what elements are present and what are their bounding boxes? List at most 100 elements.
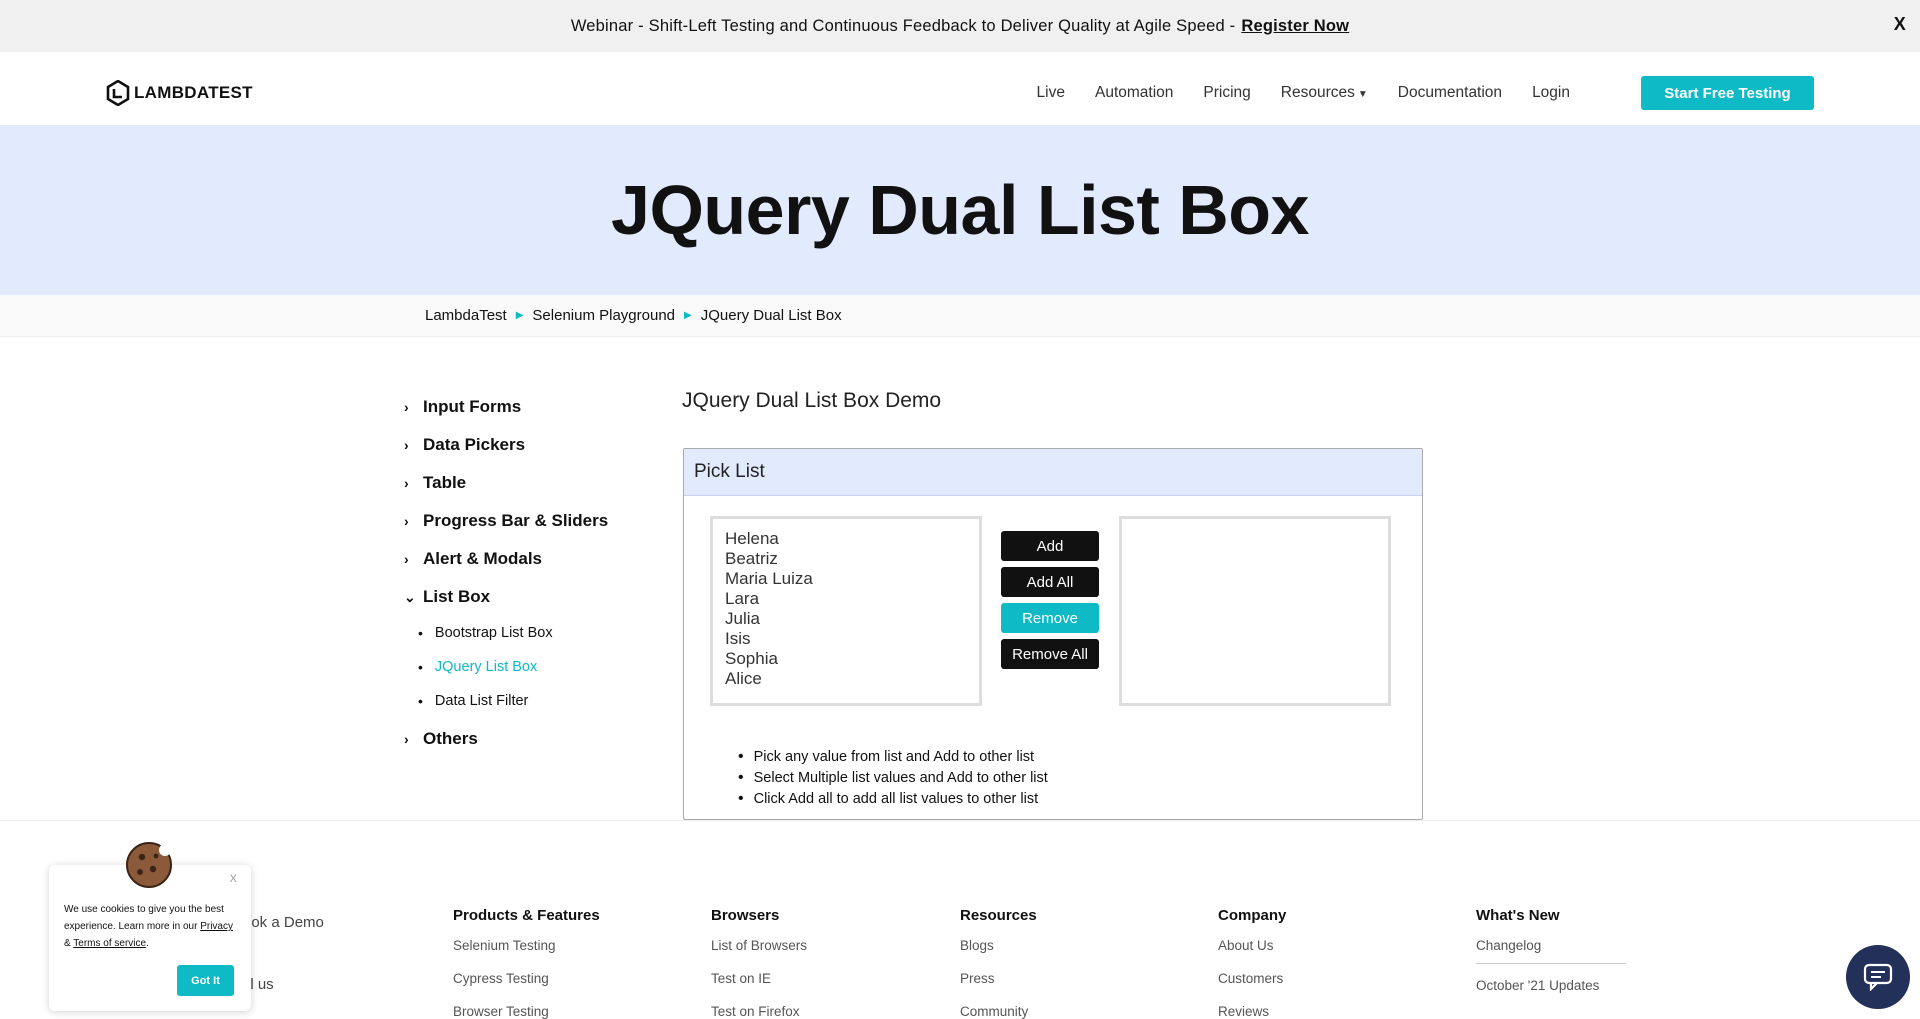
nav-documentation[interactable]: Documentation (1398, 84, 1502, 102)
cookie-icon (126, 842, 172, 888)
banner-close-icon[interactable]: X (1894, 14, 1906, 35)
chevron-right-icon: ▶ (684, 310, 692, 321)
sidebar-item-label: Alert & Modals (423, 549, 543, 568)
footer-link[interactable]: Test on Firefox (711, 1004, 807, 1019)
pick-list-panel: Pick List Helena Beatriz Maria Luiza Lar… (683, 448, 1423, 820)
list-option[interactable]: Julia (725, 609, 967, 629)
chevron-right-icon: › (404, 475, 409, 491)
footer-col-company: Company About Us Customers Reviews (1218, 907, 1286, 1019)
got-it-button[interactable]: Got It (177, 965, 234, 996)
logo-text: LAMBDATEST (134, 83, 253, 102)
footer-link[interactable]: Reviews (1218, 1004, 1286, 1019)
register-now-link[interactable]: Register Now (1241, 17, 1349, 36)
footer-col-title: Products & Features (453, 907, 600, 924)
list-option[interactable]: Maria Luiza (725, 569, 967, 589)
submenu-jquery-list-box[interactable]: JQuery List Box (418, 650, 664, 684)
start-free-testing-button[interactable]: Start Free Testing (1641, 76, 1814, 110)
sidebar-item-label: Progress Bar & Sliders (423, 511, 609, 530)
nav-resources-label: Resources (1280, 84, 1355, 101)
transfer-buttons: Add Add All Remove Remove All (1001, 531, 1099, 669)
site-footer: ook a Demo ll us Products & Features Sel… (0, 820, 1920, 1019)
chevron-down-icon: ⌄ (404, 588, 416, 605)
footer-link[interactable]: October '21 Updates (1476, 978, 1626, 1011)
sidebar: › Input Forms › Data Pickers › Table › Progr… (404, 388, 664, 758)
chevron-right-icon: › (404, 731, 409, 747)
footer-link[interactable]: List of Browsers (711, 938, 807, 971)
instruction-item: Click Add all to add all list values to … (738, 788, 1048, 809)
instruction-item: Pick any value from list and Add to othe… (738, 746, 1048, 767)
chevron-right-icon: › (404, 437, 409, 453)
divider (1476, 963, 1626, 964)
footer-link[interactable]: Blogs (960, 938, 1037, 971)
nav-resources[interactable]: Resources ▼ (1281, 84, 1368, 102)
list-option[interactable]: Beatriz (725, 549, 967, 569)
target-list[interactable] (1119, 516, 1391, 706)
chat-icon (1863, 963, 1893, 991)
chevron-right-icon: ▶ (515, 310, 524, 321)
chevron-right-icon: › (404, 551, 409, 567)
nav-live[interactable]: Live (1037, 84, 1065, 102)
instructions-list: Pick any value from list and Add to othe… (738, 746, 1048, 809)
submenu-bootstrap-list-box[interactable]: Bootstrap List Box (418, 616, 664, 650)
sidebar-item-input-forms[interactable]: › Input Forms (404, 388, 664, 426)
banner-text: Webinar - Shift-Left Testing and Continu… (570, 16, 1236, 35)
call-us-link[interactable]: ll us (247, 976, 274, 993)
footer-link[interactable]: Press (960, 971, 1037, 1004)
remove-all-button[interactable]: Remove All (1001, 639, 1099, 669)
sidebar-item-label: Data Pickers (423, 435, 526, 454)
sidebar-item-progress-bar-sliders[interactable]: › Progress Bar & Sliders (404, 502, 664, 540)
footer-link[interactable]: Test on IE (711, 971, 807, 1004)
panel-heading: Pick List (684, 449, 1422, 496)
list-option[interactable]: Lara (725, 589, 967, 609)
list-box-submenu: Bootstrap List Box JQuery List Box Data … (404, 616, 664, 718)
footer-link[interactable]: Selenium Testing (453, 938, 600, 971)
cookie-text: We use cookies to give you the best expe… (64, 901, 239, 952)
breadcrumb-lambdatest[interactable]: LambdaTest (425, 307, 507, 324)
footer-link[interactable]: Customers (1218, 971, 1286, 1004)
nav-automation[interactable]: Automation (1095, 84, 1173, 102)
list-option[interactable]: Alice (725, 669, 967, 689)
footer-link[interactable]: Cypress Testing (453, 971, 600, 1004)
cookie-close-icon[interactable]: X (230, 873, 237, 885)
list-option[interactable]: Helena (725, 529, 967, 549)
nav-pricing[interactable]: Pricing (1203, 84, 1250, 102)
privacy-link[interactable]: Privacy (200, 921, 233, 932)
footer-link[interactable]: Browser Testing (453, 1004, 600, 1019)
footer-col-resources: Resources Blogs Press Community (960, 907, 1037, 1019)
lambdatest-logo[interactable]: LAMBDATEST (106, 80, 253, 106)
breadcrumb: LambdaTest ▶ Selenium Playground ▶ JQuer… (0, 295, 1920, 337)
footer-col-title: Browsers (711, 907, 780, 924)
remove-button[interactable]: Remove (1001, 603, 1099, 633)
sidebar-item-table[interactable]: › Table (404, 464, 664, 502)
footer-col-products: Products & Features Selenium Testing Cyp… (453, 907, 600, 1019)
cookie-consent: X We use cookies to give you the best ex… (49, 842, 251, 1011)
footer-link[interactable]: Community (960, 1004, 1037, 1019)
terms-link[interactable]: Terms of service (73, 938, 146, 949)
book-demo-link[interactable]: ook a Demo (243, 914, 324, 931)
nav-login[interactable]: Login (1532, 84, 1570, 102)
webinar-banner: Webinar - Shift-Left Testing and Continu… (0, 0, 1920, 52)
footer-col-browsers: Browsers List of Browsers Test on IE Tes… (711, 907, 807, 1019)
source-list[interactable]: Helena Beatriz Maria Luiza Lara Julia Is… (710, 516, 982, 706)
sidebar-item-others[interactable]: › Others (404, 720, 664, 758)
chat-widget-button[interactable] (1846, 945, 1910, 1009)
footer-col-title: Company (1218, 907, 1287, 924)
sidebar-item-data-pickers[interactable]: › Data Pickers (404, 426, 664, 464)
add-all-button[interactable]: Add All (1001, 567, 1099, 597)
breadcrumb-selenium-playground[interactable]: Selenium Playground (532, 307, 675, 324)
submenu-data-list-filter[interactable]: Data List Filter (418, 684, 664, 718)
chevron-right-icon: › (404, 513, 409, 529)
list-option[interactable]: Sophia (725, 649, 967, 669)
sidebar-item-list-box[interactable]: ⌄ List Box (404, 578, 664, 616)
add-button[interactable]: Add (1001, 531, 1099, 561)
sidebar-item-label: Table (423, 473, 467, 492)
hero: JQuery Dual List Box (0, 125, 1920, 295)
chevron-down-icon: ▼ (1357, 89, 1368, 100)
page-title: JQuery Dual List Box (611, 171, 1309, 249)
list-option[interactable]: Isis (725, 629, 967, 649)
footer-link[interactable]: Changelog (1476, 938, 1626, 971)
sidebar-item-alert-modals[interactable]: › Alert & Modals (404, 540, 664, 578)
breadcrumb-current: JQuery Dual List Box (700, 307, 842, 324)
footer-link[interactable]: About Us (1218, 938, 1286, 971)
footer-col-whats-new: What's New Changelog October '21 Updates (1476, 907, 1626, 1011)
